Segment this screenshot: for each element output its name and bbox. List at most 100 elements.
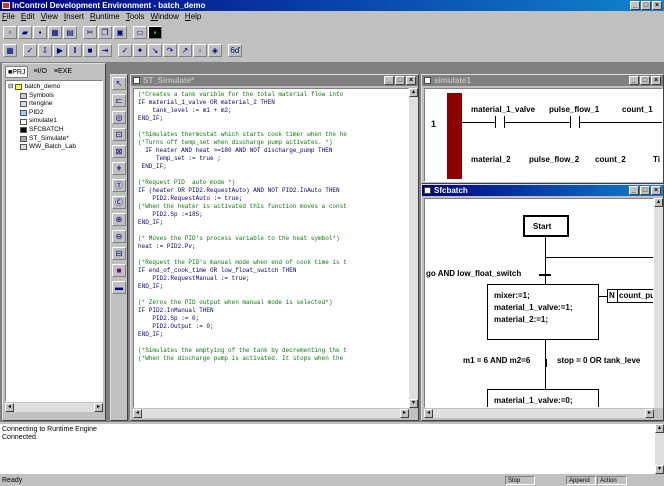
ladder-minimize-button[interactable]: _ — [629, 76, 639, 85]
sfc-step-2[interactable]: material_1_valve:=0; — [487, 389, 599, 407]
sfc-transition-1[interactable]: go AND low_float_switch — [426, 269, 521, 278]
sfc-minimize-button[interactable]: _ — [629, 186, 639, 195]
grid-icon[interactable]: ▦ — [3, 43, 17, 57]
tree-item-pid2[interactable]: PID2 — [8, 109, 100, 118]
code-line: IF (heater OR PID2.RequestAuto) AND NOT … — [138, 187, 340, 194]
pause-icon[interactable]: ‖ — [68, 43, 82, 57]
menu-tools[interactable]: Tools — [126, 11, 145, 23]
menu-help[interactable]: Help — [185, 11, 201, 23]
menu-file[interactable]: File — [2, 11, 15, 23]
ladder-maximize-button[interactable]: □ — [640, 76, 650, 85]
debug-icon[interactable]: ✓ — [118, 43, 132, 57]
library-icon[interactable]: ■ — [112, 264, 126, 277]
contact-icon[interactable]: ⊏ — [112, 94, 126, 107]
stop-icon[interactable]: ■ — [83, 43, 97, 57]
sfc-transition-2b[interactable]: stop = 0 OR tank_leve — [557, 356, 640, 365]
step-over-icon[interactable]: ↷ — [163, 43, 177, 57]
new-file-icon[interactable]: ▫ — [3, 25, 17, 39]
sfc-canvas[interactable]: Start go AND low_float_switch mixer:=1; … — [424, 198, 654, 408]
st-hscroll[interactable]: ◂ ▸ — [133, 409, 409, 418]
paste-icon[interactable]: ▣ — [113, 25, 127, 39]
ladder-window-titlebar[interactable]: simulate1 _ □ × — [422, 75, 663, 86]
tree-item-simulate1[interactable]: simulate1 — [8, 117, 100, 126]
contact-material-2[interactable]: material_2 — [471, 155, 511, 164]
ladder-close-button[interactable]: × — [651, 76, 661, 85]
copy-icon[interactable]: ❐ — [98, 25, 112, 39]
menu-insert[interactable]: Insert — [64, 11, 84, 23]
coil-count-1[interactable]: count_1 — [622, 105, 653, 114]
run-icon[interactable]: ▶ — [53, 43, 67, 57]
compare-icon[interactable]: ⊕ — [112, 213, 126, 226]
st-window-titlebar[interactable]: ST_Simulate* _ □ × — [131, 75, 418, 86]
breakpoint-icon[interactable]: ◦ — [193, 43, 207, 57]
close-button[interactable]: × — [652, 1, 662, 10]
variable-icon[interactable]: ǂ — [112, 162, 126, 175]
tab-prj[interactable]: ■PRJ — [5, 66, 29, 78]
function-block-icon[interactable]: ⊡ — [112, 128, 126, 141]
link-icon[interactable]: ⊠ — [112, 145, 126, 158]
contact-material-1-valve[interactable]: material_1_valve — [471, 105, 535, 114]
wizard-icon[interactable]: ✦ — [133, 43, 147, 57]
sfc-maximize-button[interactable]: □ — [640, 186, 650, 195]
step-icon[interactable]: ⇥ — [98, 43, 112, 57]
contact-pulse-flow-2[interactable]: pulse_flow_2 — [529, 155, 579, 164]
tab-io[interactable]: ≡I/O — [31, 66, 48, 78]
math-icon[interactable]: ⊟ — [112, 247, 126, 260]
sfc-transition-2a[interactable]: m1 = 6 AND m2=6 — [463, 356, 530, 365]
check-icon[interactable]: ✓ — [23, 43, 37, 57]
monitor-icon[interactable]: ▪ — [148, 25, 162, 39]
st-vscroll[interactable]: ▴ ▾ — [409, 88, 418, 408]
watch-icon[interactable]: ◈ — [208, 43, 222, 57]
code-line: PID2.RequestManual := true; — [138, 275, 250, 282]
open-folder-icon[interactable]: ▰ — [18, 25, 32, 39]
sfc-window-titlebar[interactable]: Sfcbatch _ □ × — [422, 185, 663, 196]
sfc-step-1[interactable]: mixer:=1; material_1_valve:=1; material_… — [487, 284, 599, 340]
st-code-editor[interactable]: (*Creates a tank varible for the total m… — [133, 88, 409, 408]
st-file-icon — [133, 77, 140, 84]
coil-icon[interactable]: ◎ — [112, 111, 126, 124]
sfc-close-button[interactable]: × — [651, 186, 661, 195]
menu-edit[interactable]: Edit — [21, 11, 35, 23]
save-all-icon[interactable]: ▦ — [48, 25, 62, 39]
timer-label[interactable]: Ti — [653, 155, 660, 164]
output-vscroll[interactable]: ▴ ▾ — [655, 424, 664, 474]
sfc-hscroll[interactable]: ◂ ▸ — [424, 409, 654, 418]
ton-icon[interactable]: Ⓣ — [112, 179, 126, 192]
menu-view[interactable]: View — [41, 11, 58, 23]
tree-item-rtengine[interactable]: rtengine — [8, 100, 100, 109]
tab-exe[interactable]: ≡EXE — [52, 66, 74, 78]
sfc-action-block[interactable]: N count_pu — [607, 289, 653, 303]
coil-count-2[interactable]: count_2 — [595, 155, 626, 164]
ctu-icon[interactable]: Ⓒ — [112, 196, 126, 209]
io-icon[interactable]: ▬ — [112, 281, 126, 294]
variables-icon[interactable]: 6ď — [228, 43, 242, 57]
contact-pulse-flow-1[interactable]: pulse_flow_1 — [549, 105, 599, 114]
st-maximize-button[interactable]: □ — [395, 76, 405, 85]
st-close-button[interactable]: × — [406, 76, 416, 85]
window-icon[interactable]: ▭ — [133, 25, 147, 39]
code-line: tank_level := m1 + m2; — [138, 107, 232, 114]
minimize-button[interactable]: _ — [630, 1, 640, 10]
tree-root[interactable]: ⊟ batch_demo — [8, 83, 100, 92]
menu-runtime[interactable]: Runtime — [90, 11, 120, 23]
move-icon[interactable]: ⊖ — [112, 230, 126, 243]
tree-item-symbols[interactable]: Symbols — [8, 92, 100, 101]
tree-item-sfcbatch[interactable]: SFCBATCH — [8, 126, 100, 135]
download-icon[interactable]: ⇩ — [38, 43, 52, 57]
step-into-icon[interactable]: ↘ — [148, 43, 162, 57]
step-out-icon[interactable]: ↗ — [178, 43, 192, 57]
sfc-vscroll[interactable]: ▴ — [654, 198, 663, 408]
maximize-button[interactable]: □ — [641, 1, 651, 10]
ladder-canvas[interactable]: 1 material_1_valve pulse_flow_1 count_1 … — [424, 88, 663, 182]
cut-icon[interactable]: ✂ — [83, 25, 97, 39]
menu-window[interactable]: Window — [150, 11, 178, 23]
tree-item-st-simulate[interactable]: ST_Simulate* — [8, 135, 100, 144]
tree-item-ww-batch-lab[interactable]: WW_Batch_Lab — [8, 143, 100, 152]
sfc-start-step[interactable]: Start — [523, 215, 569, 237]
pointer-icon[interactable]: ↖ — [112, 77, 126, 90]
print-icon[interactable]: ▤ — [63, 25, 77, 39]
st-minimize-button[interactable]: _ — [384, 76, 394, 85]
save-icon[interactable]: ▪ — [33, 25, 47, 39]
tree-hscroll[interactable]: ◂ ▸ — [5, 403, 103, 412]
